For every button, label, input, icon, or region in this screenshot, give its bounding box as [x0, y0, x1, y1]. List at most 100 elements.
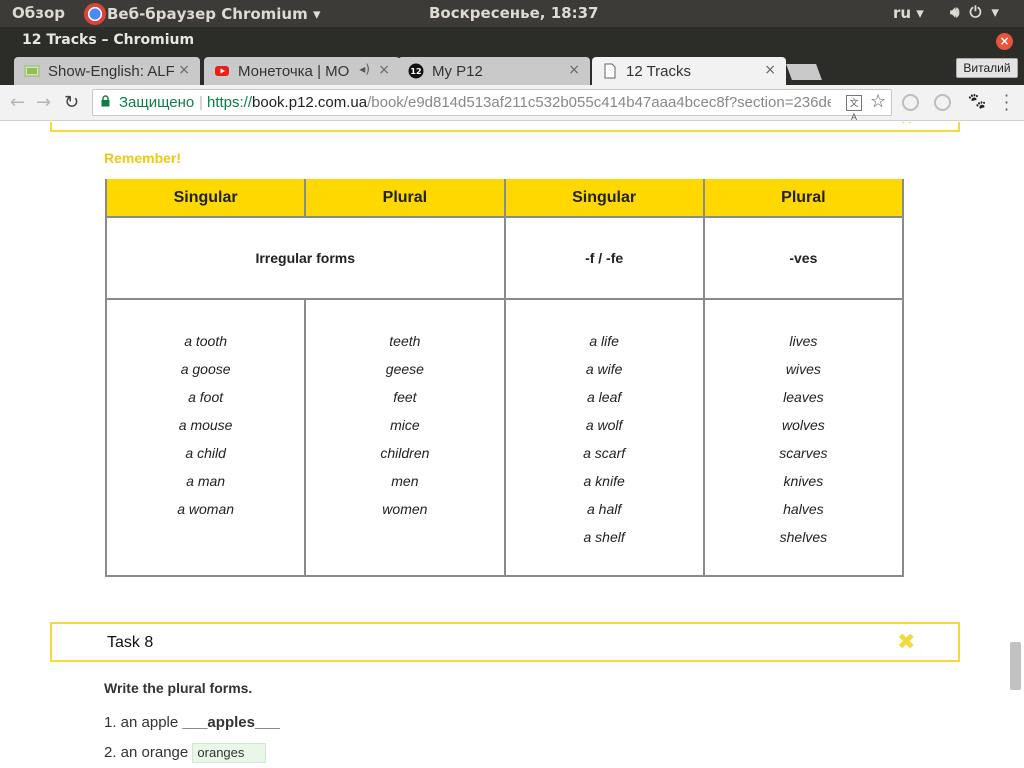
tab-label: Монеточка | МО — [238, 62, 350, 80]
word: feet — [393, 389, 417, 405]
word: a half — [587, 501, 622, 517]
bookmark-star-icon[interactable]: ☆ — [870, 91, 886, 112]
word: a man — [186, 473, 226, 489]
word: a wife — [585, 361, 623, 377]
header-singular-f: Singular — [503, 179, 705, 217]
word: teeth — [389, 333, 421, 349]
header-plural-ves: Plural — [702, 179, 905, 217]
irregular-singular-cell: a tooth a goose a foot a mouse a child a… — [104, 298, 307, 577]
word: women — [382, 501, 428, 517]
close-icon[interactable]: ✖ — [897, 630, 915, 655]
youtube-favicon — [215, 66, 229, 76]
f-singular-cell: a life a wife a leaf a wolf a scarf a kn… — [503, 298, 705, 577]
word: a scarf — [583, 445, 626, 461]
tab-show-english[interactable]: Show-English: ALF × — [14, 57, 200, 85]
app-menu-button[interactable]: Веб-браузер Chromium ▾ — [84, 1, 321, 26]
irregular-plural-cell: teeth geese feet mice children men women — [304, 298, 506, 577]
word: a mouse — [178, 417, 233, 433]
tab-label: 12 Tracks — [626, 62, 692, 80]
ves-label: -ves — [702, 216, 905, 300]
audio-playing-icon[interactable]: ◂) — [359, 62, 370, 76]
tab-label: My P12 — [432, 62, 483, 80]
overview-button[interactable]: Обзор — [12, 4, 65, 22]
word: lives — [789, 333, 818, 349]
volume-icon: 🔊︎ — [950, 3, 960, 21]
word: a woman — [177, 501, 235, 517]
window-title: 12 Tracks – Chromium — [22, 32, 195, 48]
word: a leaf — [587, 389, 622, 405]
word: men — [391, 473, 419, 489]
exercise-item: 1. an apple ___apples___ — [104, 714, 280, 731]
url-text[interactable]: https://book.p12.com.ua/book/e9d814d513a… — [207, 94, 831, 111]
back-arrow-icon[interactable]: ← — [10, 92, 25, 113]
tab-close-icon[interactable]: × — [568, 62, 580, 78]
word: scarves — [779, 445, 828, 461]
power-icon: ⏻ — [969, 3, 982, 21]
word: a wolf — [585, 417, 623, 433]
reload-icon[interactable]: ↻ — [64, 92, 79, 113]
word: a goose — [180, 361, 231, 377]
task-title: Task 8 — [107, 634, 154, 651]
show-english-favicon — [24, 65, 40, 77]
new-tab-button[interactable] — [786, 64, 822, 80]
header-singular-irregular: Singular — [104, 179, 307, 217]
keyboard-layout-indicator[interactable]: ru ▾ — [893, 4, 924, 22]
tab-close-icon[interactable]: × — [178, 62, 190, 78]
table-row: Irregular forms -f / -fe -ves — [105, 216, 905, 300]
system-tray[interactable]: 🔊︎ ⏻ ▾ — [950, 3, 999, 21]
word: halves — [783, 501, 824, 517]
address-bar[interactable]: Защищено | https://book.p12.com.ua/book/… — [92, 89, 892, 122]
answer-input[interactable]: oranges — [192, 743, 267, 763]
p12-favicon: 12 — [408, 63, 424, 79]
plural-forms-table: Singular Plural Singular Plural Irregula… — [104, 179, 905, 577]
task-instructions: Write the plural forms. — [104, 680, 253, 696]
word: a shelf — [583, 529, 625, 545]
clock[interactable]: Воскресенье, 18:37 — [429, 4, 598, 22]
gnome-extension-icon[interactable]: 🐾︎ — [966, 92, 988, 112]
word: knives — [783, 473, 824, 489]
word: a tooth — [184, 333, 228, 349]
chromium-logo-icon — [84, 2, 106, 25]
word: shelves — [779, 529, 828, 545]
tab-close-icon[interactable]: × — [764, 62, 776, 78]
word: wolves — [781, 417, 825, 433]
exercise-prompt: 1. an apple — [104, 714, 183, 731]
tab-close-icon[interactable]: × — [378, 62, 390, 78]
tab-label: Show-English: ALF — [48, 62, 174, 80]
word: a knife — [583, 473, 625, 489]
tab-monetochka[interactable]: Монеточка | МО ◂) × — [204, 57, 400, 85]
word: leaves — [783, 389, 824, 405]
exercise-item: 2. an orange oranges — [104, 743, 267, 763]
window-titlebar: 12 Tracks – Chromium × — [0, 27, 1024, 55]
word: a child — [185, 445, 226, 461]
close-icon[interactable]: ✖ — [899, 122, 914, 129]
window-close-button[interactable]: × — [996, 33, 1013, 50]
secure-label: Защищено — [119, 94, 195, 111]
exercise-answer: ___apples___ — [182, 714, 280, 731]
menu-icon[interactable]: · · · — [1004, 88, 1010, 118]
previous-task-box: ✖ — [50, 122, 960, 132]
word: wives — [785, 361, 821, 377]
f-fe-label: -f / -fe — [503, 216, 705, 300]
header-plural-irregular: Plural — [304, 179, 506, 217]
extension-icon[interactable] — [902, 94, 919, 111]
forward-arrow-icon[interactable]: → — [36, 92, 51, 113]
chevron-down-icon: ▾ — [991, 3, 999, 21]
tab-12-tracks[interactable]: 12 Tracks × — [592, 57, 786, 85]
extension-icon[interactable] — [934, 94, 951, 111]
table-header-row: Singular Plural Singular Plural — [104, 179, 905, 217]
system-top-panel: Обзор Веб-браузер Chromium ▾ Воскресенье… — [0, 0, 1024, 27]
translate-icon[interactable]: 文A — [846, 95, 862, 122]
word: children — [380, 445, 430, 461]
word: geese — [385, 361, 424, 377]
separator: | — [199, 94, 203, 111]
task-header: Task 8 ✖ — [50, 622, 960, 662]
page-content: ✖ Remember! Singular Plural Singular Plu… — [0, 122, 1024, 768]
scrollbar-thumb[interactable] — [1010, 642, 1021, 690]
svg-text:12: 12 — [410, 67, 421, 76]
exercise-prompt: 2. an orange — [104, 743, 193, 761]
word: mice — [390, 417, 420, 433]
tab-my-p12[interactable]: 12 My P12 × — [398, 57, 590, 85]
word: a life — [589, 333, 619, 349]
profile-button[interactable]: Виталий — [956, 58, 1018, 78]
